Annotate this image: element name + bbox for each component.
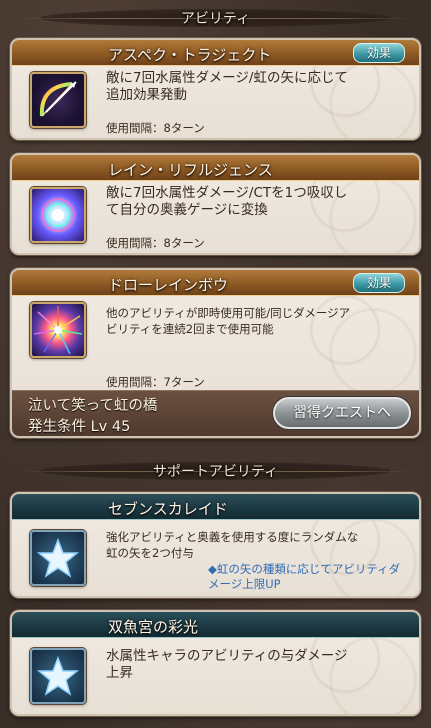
ability-3-name: ドローレインボウ <box>108 276 229 294</box>
support-1-note-text: ◆虹の矢の種類に応じてアビリティダメージ上限UP <box>208 561 401 592</box>
ability-3-cooldown: 使用間隔：7ターン <box>106 375 205 389</box>
rainbow-burst-icon <box>30 302 86 358</box>
support-section-title: サポートアビリティ <box>152 464 279 480</box>
go-to-unlock-quest-button[interactable]: 習得クエストへ <box>273 397 411 429</box>
unlock-quest-bar: 泣いて笑って虹の橋 発生条件 Lv 45 習得クエストへ <box>12 390 419 436</box>
ability-3-description: 他のアビリティが即時使用可能/同じダメージア ビリティを連続2回まで使用可能 <box>106 306 351 336</box>
ability-2-name: レイン・リフルジェンス <box>108 161 273 179</box>
support-1-note: ◆虹の矢の種類に応じてアビリティダメージ上限UP <box>208 546 407 593</box>
unlock-quest-name: 泣いて笑って虹の橋 <box>28 398 158 414</box>
support-2-description: 水属性キャラのアビリティの与ダメージ 上昇 <box>106 648 348 681</box>
star-icon <box>30 648 86 704</box>
effect-badge-button[interactable]: 効果 <box>353 43 405 63</box>
ability-2-cooldown: 使用間隔：8ターン <box>106 236 205 250</box>
ability-1-name: アスペク・トラジェクト <box>108 46 272 64</box>
ability-section-title: アビリティ <box>180 11 251 27</box>
support-2-titlebar <box>12 612 419 638</box>
support-section-header: サポートアビリティ <box>0 456 431 486</box>
support-card-2[interactable]: 双魚宮の彩光 水属性キャラのアビリティの与ダメージ 上昇 <box>10 610 421 716</box>
support-2-name: 双魚宮の彩光 <box>108 618 199 636</box>
ability-card-1[interactable]: アスペク・トラジェクト 効果 敵に7回水属性ダメージ/虹の矢に応じて 追加効果発… <box>10 38 421 140</box>
ability-card-3[interactable]: ドローレインボウ 効果 他のアビリティが即時使用可能/同じダメージア ビリティを… <box>10 268 421 438</box>
ability-section-header: アビリティ <box>0 3 431 33</box>
ability-1-description: 敵に7回水属性ダメージ/虹の矢に応じて 追加効果発動 <box>106 70 348 103</box>
effect-badge-button[interactable]: 効果 <box>353 273 405 293</box>
unlock-condition: 発生条件 Lv 45 <box>28 419 131 435</box>
rainbow-bow-icon <box>30 72 86 128</box>
support-1-name: セブンスカレイド <box>108 500 228 518</box>
ability-2-description: 敵に7回水属性ダメージ/CTを1つ吸収し て自分の奥義ゲージに変換 <box>106 185 348 218</box>
ability-1-cooldown: 使用間隔：8ターン <box>106 121 205 135</box>
rainbow-orb-icon <box>30 187 86 243</box>
star-icon <box>30 530 86 586</box>
ability-card-2[interactable]: レイン・リフルジェンス 敵に7回水属性ダメージ/CTを1つ吸収し て自分の奥義ゲ… <box>10 153 421 255</box>
support-card-1[interactable]: セブンスカレイド 強化アビリティと奥義を使用する度にランダムな 虹の矢を2つ付与… <box>10 492 421 598</box>
